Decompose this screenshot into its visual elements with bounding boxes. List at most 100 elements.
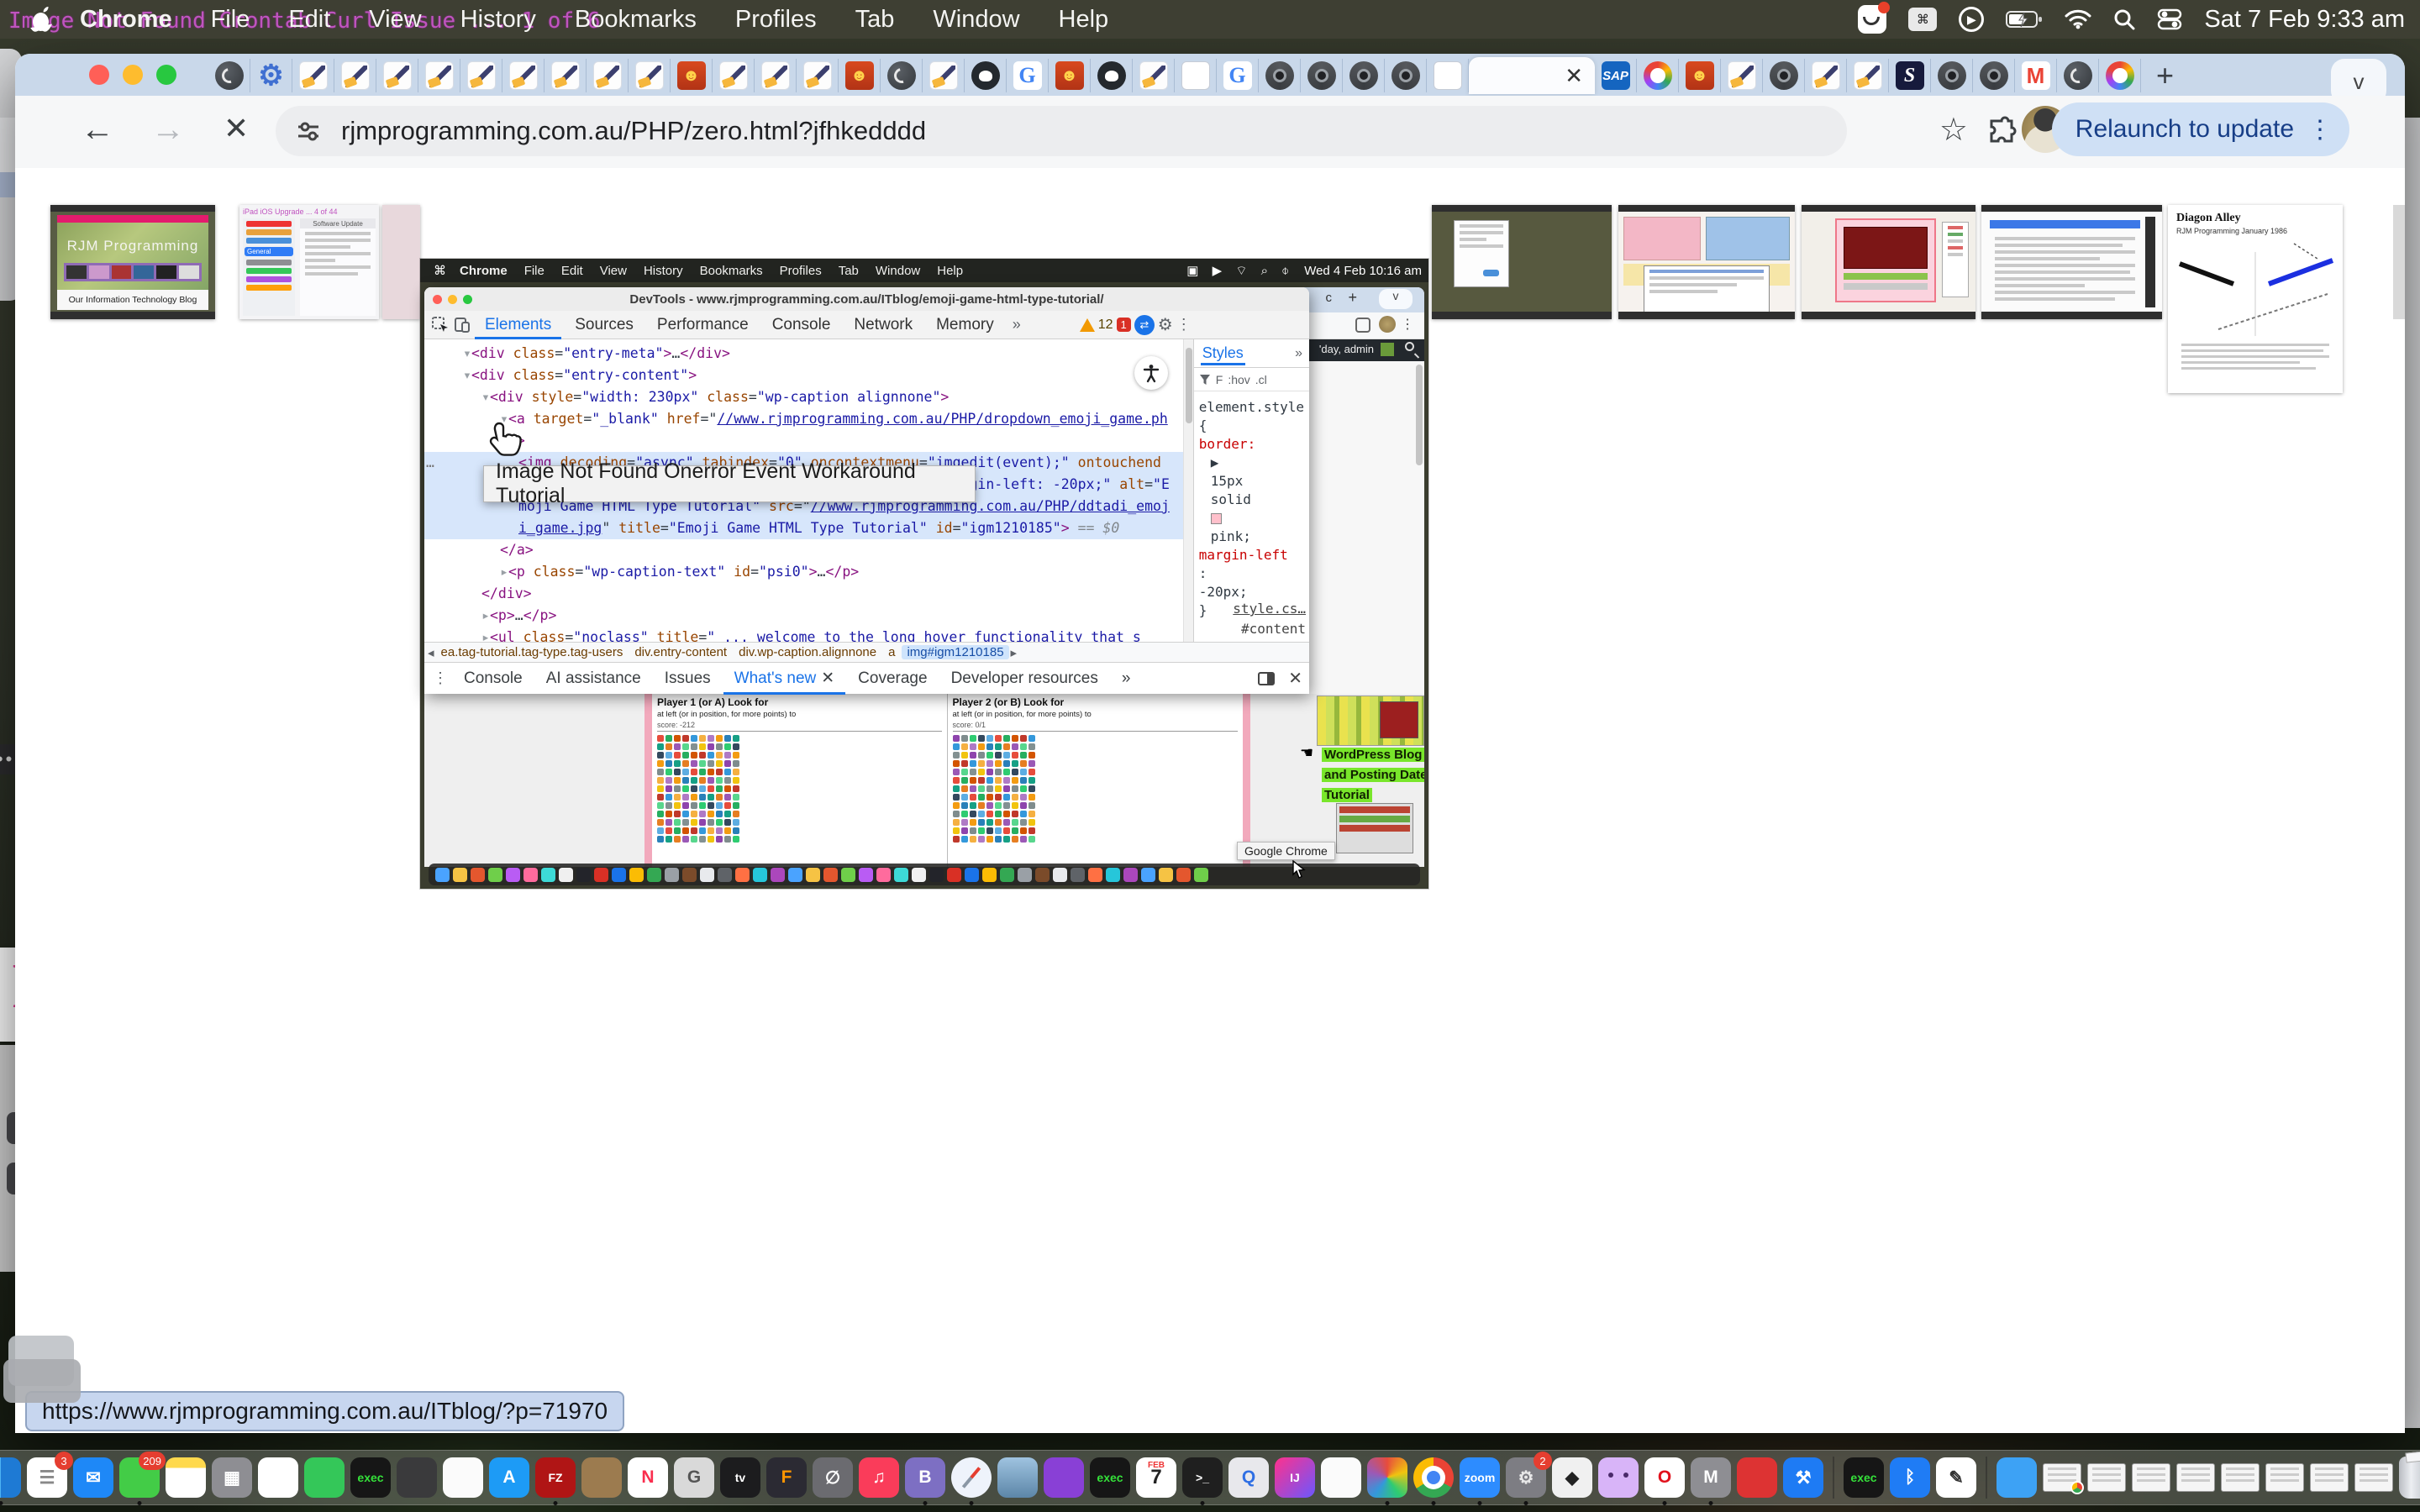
thumbnail-olive-dialog[interactable] <box>1432 205 1612 319</box>
code-line[interactable]: ▾<div style="width: 230px" class="wp-cap… <box>424 386 1183 408</box>
pinned-tab-wp-edit[interactable] <box>923 59 965 92</box>
pinned-tab-github[interactable] <box>1091 59 1133 92</box>
screen-record-icon[interactable]: ▶ <box>1959 7 1984 32</box>
dock-quicktime-icon[interactable]: Q <box>1228 1457 1269 1498</box>
devtools-menu-dots-icon[interactable]: ⋮ <box>1176 316 1192 333</box>
pinned-tab-emoji-book[interactable]: ☻ <box>671 59 713 92</box>
dock-gimp-icon[interactable]: G <box>674 1457 714 1498</box>
dock-apple-news-icon[interactable]: N <box>628 1457 668 1498</box>
pinned-tab-site-globe[interactable] <box>2057 59 2099 92</box>
pinned-tab-wp-edit[interactable] <box>713 59 755 92</box>
close-tab-icon[interactable]: ✕ <box>1565 63 1583 89</box>
dock-trash-icon[interactable] <box>2399 1457 2420 1499</box>
pinned-tab-emoji-book[interactable]: ☻ <box>839 59 881 92</box>
pinned-tab-wp-edit[interactable] <box>629 59 671 92</box>
drawer-more-icon[interactable]: » <box>1111 663 1142 695</box>
devtools-tab-console[interactable]: Console <box>762 311 841 339</box>
dock-safari-icon[interactable] <box>951 1457 992 1498</box>
crumb-scroll-right-icon[interactable]: ▸ <box>1011 645 1018 660</box>
pinned-tab-wp-edit[interactable] <box>292 59 334 92</box>
drawer-tab-coverage[interactable]: Coverage <box>847 663 938 695</box>
thumbnail-partial[interactable] <box>382 205 420 319</box>
menu-item[interactable]: View <box>350 6 440 34</box>
address-bar[interactable]: rjmprogramming.com.au/PHP/zero.html?jfhk… <box>276 106 1847 156</box>
devtools-sync-icon[interactable]: ⇄ <box>1134 315 1155 335</box>
code-line[interactable]: ▾<div class="entry-content"> <box>424 365 1183 386</box>
pinned-tab-emoji-book[interactable]: ☻ <box>1049 59 1091 92</box>
menu-item-app[interactable]: Chrome <box>60 6 192 34</box>
pinned-tab-chromium[interactable] <box>1259 59 1301 92</box>
menu-item[interactable]: Bookmarks <box>555 6 716 34</box>
thumbnail-diagon-alley[interactable]: Diagon Alley RJM Programming January 198… <box>2168 205 2343 393</box>
dock-opera-icon[interactable]: O <box>1644 1457 1685 1498</box>
styles-rule[interactable]: element.style { border: ▶ 15px solid pin… <box>1194 391 1309 627</box>
pinned-tab-blank-page[interactable] <box>1427 59 1469 92</box>
crumb-scroll-left-icon[interactable]: ◂ <box>428 645 434 660</box>
thumbnail-list-page[interactable] <box>1981 205 2162 319</box>
dock-window-thumb[interactable] <box>2354 1463 2393 1492</box>
dock-bbedit-icon[interactable]: B <box>905 1457 945 1498</box>
close-window-button[interactable] <box>89 65 109 85</box>
dock-exec-script-3-icon[interactable]: exec <box>1844 1457 1884 1498</box>
dock-blocked-app-icon[interactable]: ∅ <box>813 1457 853 1498</box>
dock-blue-folder-icon[interactable] <box>1996 1457 2037 1498</box>
code-line[interactable]: ▸<p>…</p> <box>424 605 1183 627</box>
devtools-tab-elements[interactable]: Elements <box>475 311 561 339</box>
dock-inkscape-icon[interactable]: ◆ <box>1552 1457 1592 1498</box>
pinned-tab-chromium[interactable] <box>1763 59 1805 92</box>
dock-launchpad-icon[interactable]: ▦ <box>212 1457 252 1498</box>
inspect-element-icon[interactable] <box>431 316 450 334</box>
drawer-panel-icon[interactable] <box>1258 672 1275 685</box>
minimize-window-button[interactable] <box>123 65 143 85</box>
styles-tab[interactable]: Styles <box>1201 341 1245 365</box>
stop-loading-button[interactable]: ✕ <box>224 111 249 146</box>
dock-bluetooth-icon[interactable]: ᛒ <box>1890 1457 1930 1498</box>
active-tab[interactable]: ✕ <box>1469 57 1595 94</box>
styles-filter-row[interactable]: F :hov .cl <box>1194 368 1309 391</box>
tutorial-screenshot-image-link[interactable]: ⌘ Chrome File Edit View History Bookmark… <box>420 259 1428 889</box>
breadcrumb-item[interactable]: img#igm1210185 <box>902 645 1008 659</box>
pinned-tab-wp-edit[interactable] <box>755 59 797 92</box>
pinned-tab-google[interactable]: G <box>1217 59 1259 92</box>
mimestream-icon[interactable] <box>1858 5 1886 34</box>
dock-intellij-idea-icon[interactable]: IJ <box>1275 1457 1315 1498</box>
thumbnail-ipad-settings[interactable]: iPad iOS Upgrade ... 4 of 44 General Sof… <box>239 205 379 319</box>
new-tab-button[interactable]: + <box>2141 58 2189 93</box>
pinned-tab-chromium[interactable] <box>1931 59 1973 92</box>
zoom-window-button[interactable] <box>156 65 176 85</box>
dock-terminal-icon[interactable]: >_ <box>1182 1457 1223 1498</box>
breadcrumb-item[interactable]: div.entry-content <box>629 645 732 659</box>
dock-chrome-icon[interactable] <box>1413 1457 1454 1498</box>
devtools-tab-memory[interactable]: Memory <box>926 311 1004 339</box>
pinned-tab-wp-edit[interactable] <box>544 59 587 92</box>
forward-button[interactable]: → <box>151 111 185 149</box>
pinned-tab-site-globe[interactable] <box>208 59 250 92</box>
drawer-tab-what-s-new[interactable]: What's new✕ <box>723 663 846 695</box>
pinned-tab-wp-edit[interactable] <box>1805 59 1847 92</box>
pinned-tab-chromium[interactable] <box>1973 59 2015 92</box>
drawer-tab-developer-resources[interactable]: Developer resources <box>940 663 1109 695</box>
drawer-tab-issues[interactable]: Issues <box>654 663 722 695</box>
battery-icon[interactable] <box>2006 9 2043 29</box>
elements-scrollbar[interactable] <box>1183 339 1193 642</box>
dock-numbers-chart-icon[interactable] <box>258 1457 298 1498</box>
device-toolbar-icon[interactable] <box>453 316 471 334</box>
page-scrollbar-fragment[interactable] <box>2393 205 2405 319</box>
dock-window-thumb[interactable] <box>2265 1463 2304 1492</box>
pinned-tab-blank-page[interactable] <box>1175 59 1217 92</box>
dock-xcode-icon[interactable]: ⚒ <box>1783 1457 1823 1498</box>
relaunch-to-update-button[interactable]: Relaunch to update ⋮ <box>2052 102 2349 156</box>
dock-podcasts-icon[interactable] <box>1044 1457 1084 1498</box>
dock-preview-icon[interactable] <box>997 1457 1038 1498</box>
dock-music-icon[interactable]: ♫ <box>859 1457 899 1498</box>
devtools-settings-gear-icon[interactable]: ⚙ <box>1158 314 1173 335</box>
dock-zoom-icon[interactable]: zoom <box>1460 1457 1500 1498</box>
menu-item[interactable]: Window <box>913 6 1039 34</box>
control-center-icon[interactable] <box>2157 8 2182 30</box>
pinned-tab-scripted-s[interactable]: S <box>1889 59 1931 92</box>
pinned-tab-gmail[interactable]: M <box>2015 59 2057 92</box>
pinned-tab-chromium[interactable] <box>1301 59 1343 92</box>
devtools-more-tabs-icon[interactable]: » <box>1007 316 1026 333</box>
dock-messages-icon[interactable]: 209 <box>119 1457 160 1498</box>
dock-exec-script-2-icon[interactable]: exec <box>1090 1457 1130 1498</box>
